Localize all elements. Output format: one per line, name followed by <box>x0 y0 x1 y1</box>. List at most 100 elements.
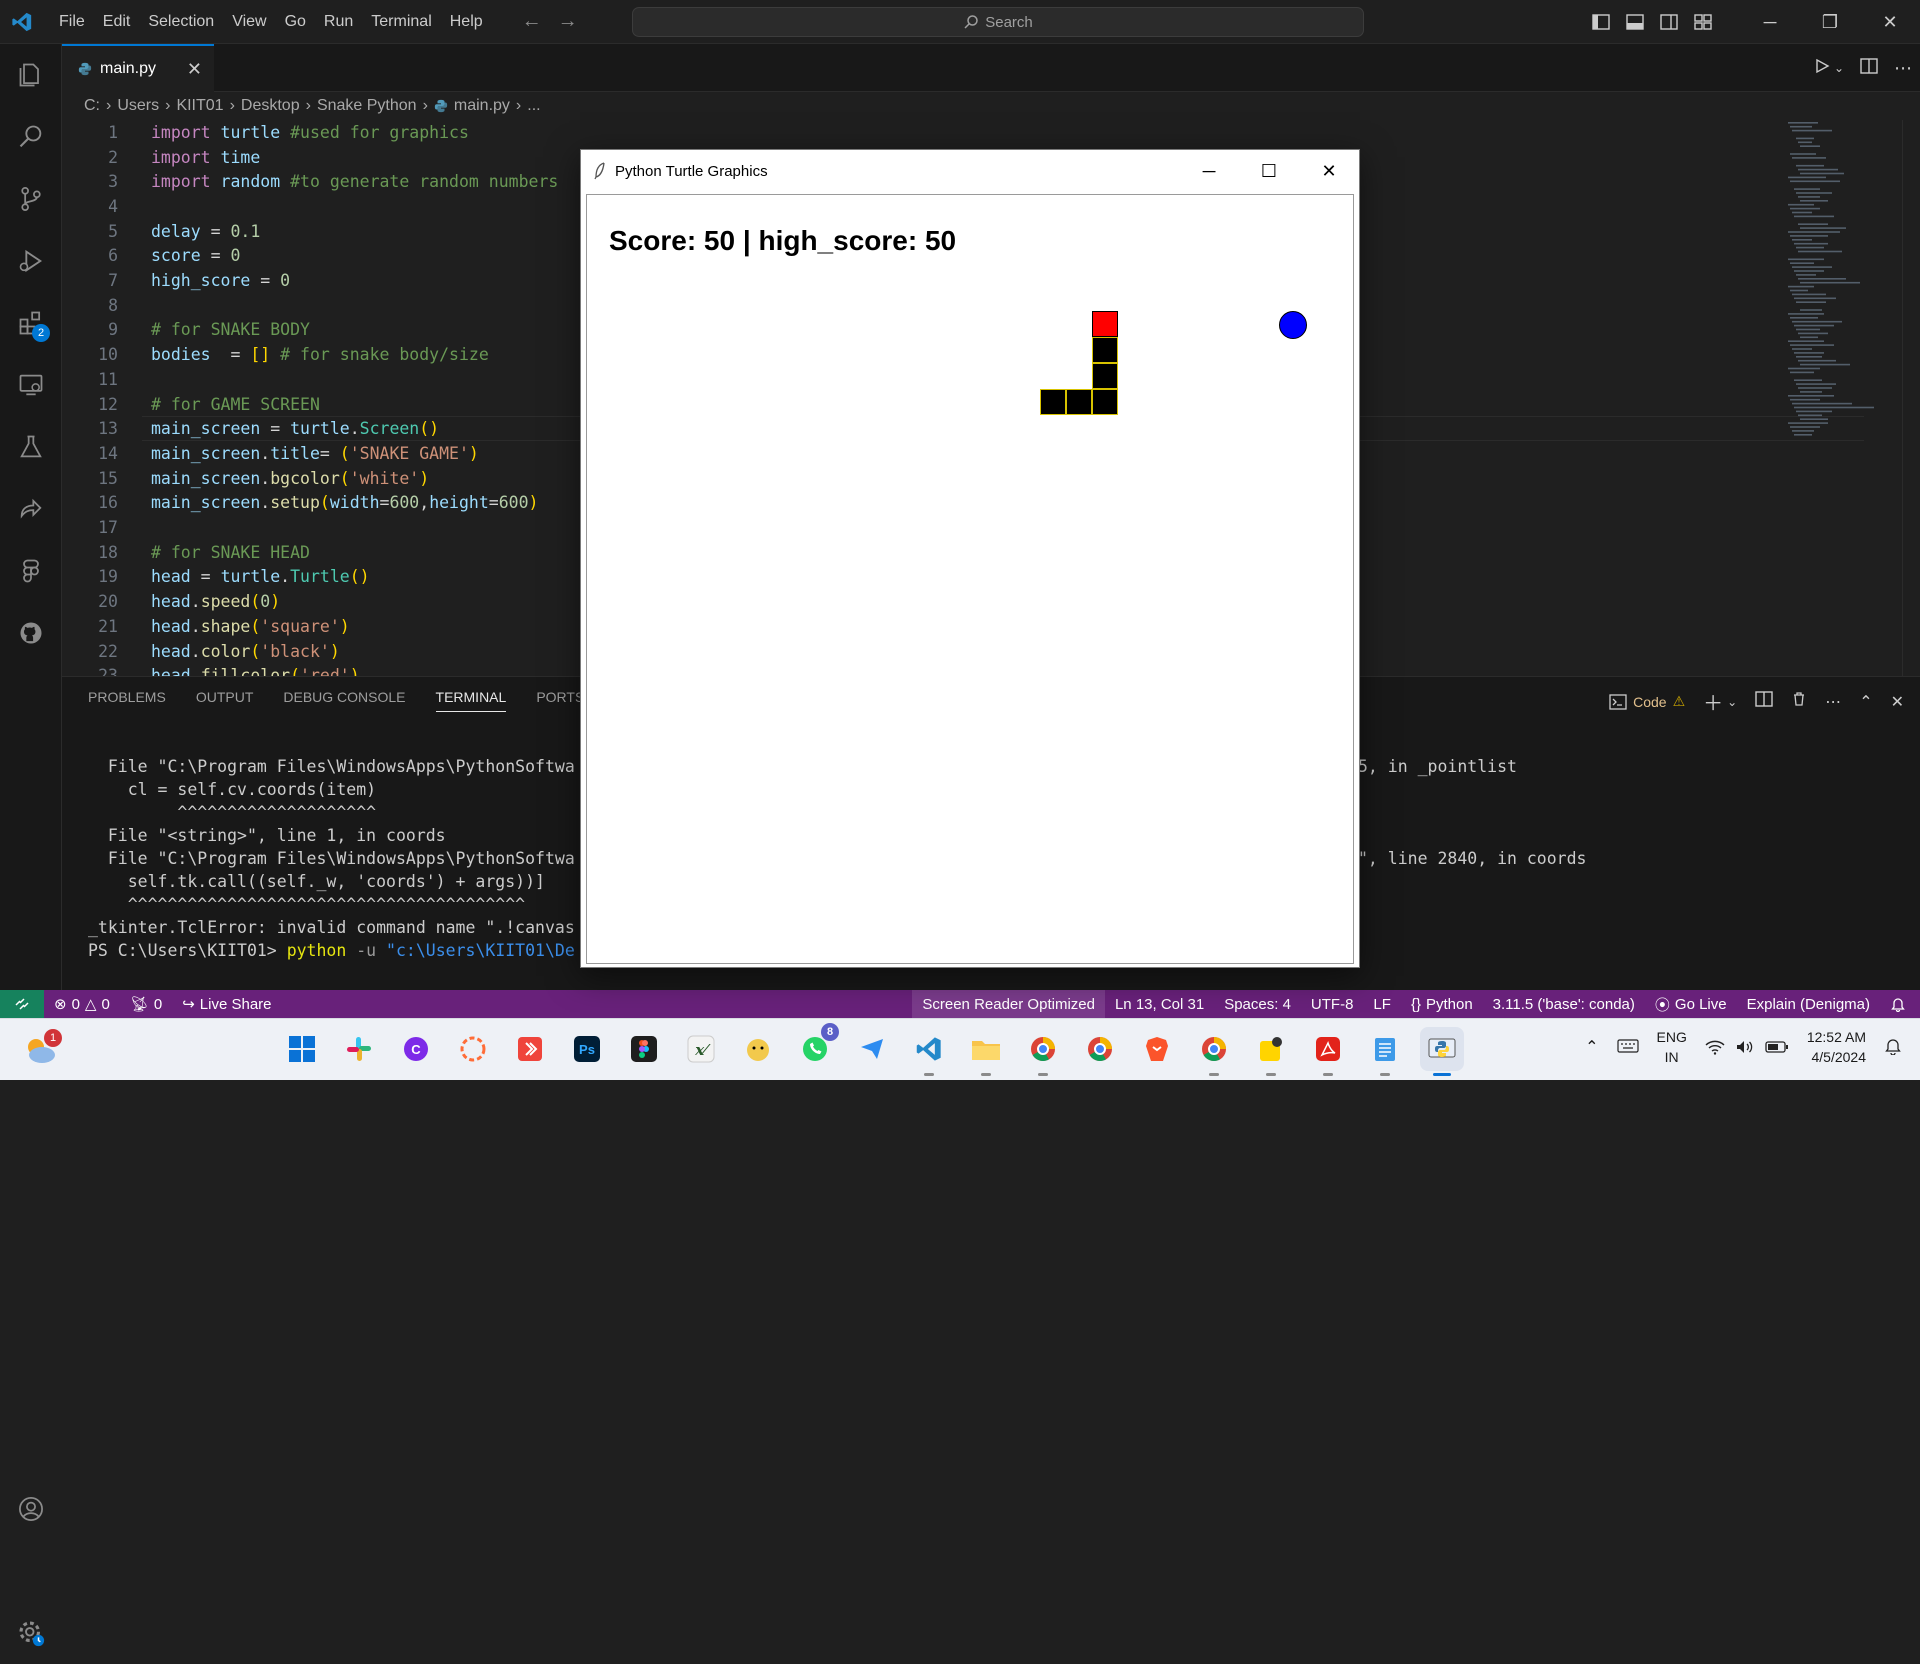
tab-problems[interactable]: PROBLEMS <box>88 689 166 712</box>
ports-status[interactable]: 📡︎ 0 <box>120 995 172 1014</box>
menu-terminal[interactable]: Terminal <box>362 13 440 31</box>
cursor-position[interactable]: Ln 13, Col 31 <box>1105 996 1214 1013</box>
breadcrumb-item[interactable]: Users <box>117 97 159 115</box>
breadcrumb-item[interactable]: ... <box>527 97 540 115</box>
split-editor-icon[interactable] <box>1860 57 1878 79</box>
panel-more-icon[interactable]: ⋯ <box>1825 692 1841 712</box>
kill-terminal-trash-icon[interactable] <box>1791 691 1807 712</box>
notepad-icon[interactable] <box>1363 1027 1407 1076</box>
show-hidden-icons-chevron-icon[interactable]: ⌃ <box>1585 1037 1598 1057</box>
figma-app-icon[interactable] <box>622 1027 666 1071</box>
anydesk-icon[interactable] <box>508 1027 552 1071</box>
terminal-profile[interactable]: Code ⚠ <box>1609 693 1685 710</box>
menu-go[interactable]: Go <box>276 13 315 31</box>
menu-help[interactable]: Help <box>441 13 492 31</box>
editor-scrollbar[interactable] <box>1902 120 1920 676</box>
run-dropdown-chevron-icon[interactable]: ⌄ <box>1834 61 1844 75</box>
weather-widget-icon[interactable]: 1 <box>20 1029 62 1069</box>
menu-view[interactable]: View <box>223 13 275 31</box>
menu-file[interactable]: File <box>50 13 94 31</box>
minimap[interactable] <box>1782 120 1902 442</box>
keyboard-icon[interactable] <box>1616 1038 1639 1057</box>
math-app-icon[interactable]: x⁄ <box>679 1027 723 1071</box>
manage-gear-icon[interactable] <box>0 1602 62 1664</box>
tab-close-icon[interactable]: ✕ <box>187 59 202 80</box>
python-turtle-app-icon[interactable] <box>1420 1027 1464 1076</box>
forward-arrow-icon[interactable]: → <box>558 10 578 33</box>
end-of-line[interactable]: LF <box>1363 996 1401 1013</box>
run-python-file-icon[interactable] <box>1814 58 1830 79</box>
run-debug-icon[interactable] <box>0 230 62 292</box>
toggle-panel-icon[interactable] <box>1618 0 1652 44</box>
input-language[interactable]: ENG IN <box>1657 1027 1687 1067</box>
tab-main-py[interactable]: main.py ✕ <box>62 44 214 92</box>
tab-output[interactable]: OUTPUT <box>196 689 254 712</box>
github-icon[interactable] <box>0 602 62 664</box>
network-tray-group[interactable] <box>1705 1039 1789 1055</box>
canva-icon[interactable]: C <box>394 1027 438 1071</box>
maximize-panel-chevron-up-icon[interactable]: ⌃ <box>1859 692 1872 712</box>
notification-center-bell-icon[interactable] <box>1884 1037 1902 1058</box>
photoshop-icon[interactable]: Ps <box>565 1027 609 1071</box>
notes-app-icon[interactable] <box>1249 1027 1293 1076</box>
slack-icon[interactable] <box>337 1027 381 1071</box>
notifications-bell-icon[interactable] <box>1880 996 1920 1012</box>
turtle-canvas[interactable]: Score: 50 | high_score: 50 <box>586 194 1354 964</box>
postman-icon[interactable] <box>451 1027 495 1071</box>
language-mode[interactable]: {} Python <box>1401 996 1483 1013</box>
menu-run[interactable]: Run <box>315 13 362 31</box>
taskbar-clock[interactable]: 12:52 AM 4/5/2024 <box>1807 1027 1866 1067</box>
tab-terminal[interactable]: TERMINAL <box>435 689 507 712</box>
file-explorer-icon[interactable] <box>964 1027 1008 1076</box>
new-terminal-icon[interactable]: ＋ <box>1703 687 1723 716</box>
whatsapp-icon[interactable]: 8 <box>793 1023 839 1071</box>
menu-selection[interactable]: Selection <box>139 13 223 31</box>
accounts-icon[interactable] <box>0 1478 62 1540</box>
chrome-profile-2-icon[interactable] <box>1078 1027 1122 1071</box>
vscode-taskbar-icon[interactable] <box>907 1027 951 1076</box>
chrome-profile-3-icon[interactable] <box>1192 1027 1236 1076</box>
go-live[interactable]: ⦿ Go Live <box>1645 994 1737 1015</box>
toggle-secondary-sidebar-icon[interactable] <box>1652 0 1686 44</box>
toggle-primary-sidebar-icon[interactable] <box>1584 0 1618 44</box>
chrome-profile-1-icon[interactable] <box>1021 1027 1065 1076</box>
breadcrumb-item[interactable]: Desktop <box>241 97 300 115</box>
remote-explorer-icon[interactable] <box>0 354 62 416</box>
minimize-icon[interactable]: ─ <box>1179 150 1239 192</box>
maximize-icon[interactable]: ☐ <box>1239 150 1299 192</box>
problems-status[interactable]: ⊗ 0 △ 0 <box>44 995 120 1014</box>
minimize-icon[interactable]: ─ <box>1740 12 1800 33</box>
testing-icon[interactable] <box>0 416 62 478</box>
pet-app-icon[interactable] <box>736 1027 780 1071</box>
explain-denigma[interactable]: Explain (Denigma) <box>1737 996 1880 1013</box>
back-arrow-icon[interactable]: ← <box>522 10 542 33</box>
tab-ports[interactable]: PORTS <box>536 689 584 712</box>
new-terminal-dropdown-icon[interactable]: ⌄ <box>1727 695 1737 709</box>
start-windows-icon[interactable] <box>280 1027 324 1071</box>
breadcrumb-item[interactable]: KIIT01 <box>176 97 223 115</box>
brave-icon[interactable] <box>1135 1027 1179 1071</box>
command-center-search[interactable]: Search <box>632 7 1364 37</box>
close-icon[interactable]: ✕ <box>1299 150 1359 192</box>
close-icon[interactable]: ✕ <box>1860 12 1920 33</box>
source-control-icon[interactable] <box>0 168 62 230</box>
python-interpreter[interactable]: 3.11.5 ('base': conda) <box>1483 996 1645 1013</box>
explorer-icon[interactable] <box>0 44 62 106</box>
screen-reader-status[interactable]: Screen Reader Optimized <box>912 990 1105 1018</box>
acrobat-icon[interactable] <box>1306 1027 1350 1076</box>
breadcrumb-item[interactable]: Snake Python <box>317 97 417 115</box>
breadcrumb-item[interactable]: main.py <box>454 97 510 115</box>
split-terminal-icon[interactable] <box>1755 691 1773 712</box>
indentation[interactable]: Spaces: 4 <box>1214 996 1301 1013</box>
customize-layout-icon[interactable] <box>1686 0 1720 44</box>
search-icon[interactable] <box>0 106 62 168</box>
encoding[interactable]: UTF-8 <box>1301 996 1364 1013</box>
close-panel-icon[interactable]: ✕ <box>1891 692 1904 712</box>
extensions-icon[interactable]: 2 <box>0 292 62 354</box>
live-share-status[interactable]: ↪ Live Share <box>172 995 281 1014</box>
live-share-icon[interactable] <box>0 478 62 540</box>
breadcrumb-item[interactable]: C: <box>84 97 100 115</box>
remote-indicator-icon[interactable] <box>0 990 44 1018</box>
more-actions-icon[interactable]: ⋯ <box>1894 58 1912 79</box>
menu-edit[interactable]: Edit <box>94 13 140 31</box>
